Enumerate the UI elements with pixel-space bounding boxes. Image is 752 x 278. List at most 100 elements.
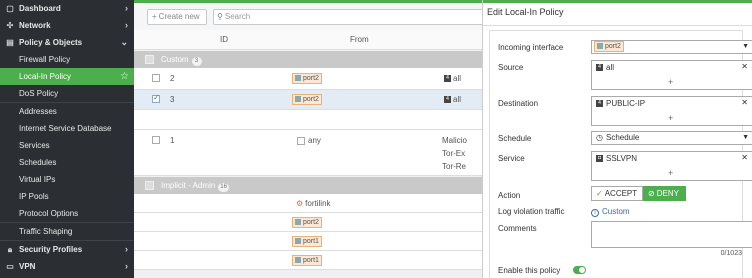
info-icon: i xyxy=(591,209,599,217)
deny-label: DENY xyxy=(656,189,679,198)
row-source-line: Tor-Re xyxy=(442,162,467,171)
table-row[interactable]: ⚙ fortilink xyxy=(134,194,482,213)
close-icon[interactable]: ✕ xyxy=(741,62,748,71)
table-row[interactable]: 1 any Malicio Tor-Ex Tor-Re xyxy=(134,130,482,176)
group-checkbox[interactable] xyxy=(145,181,154,190)
source-entry: 4 all xyxy=(596,63,614,72)
sidebar-item-dos-policy[interactable]: DoS Policy xyxy=(0,85,134,102)
log-violation-value[interactable]: i Custom xyxy=(591,207,630,217)
sidebar-item-vpn[interactable]: ▭ VPN › xyxy=(0,258,134,275)
sidebar-item-label: VPN xyxy=(19,262,36,271)
dropdown-arrow-icon: ▼ xyxy=(742,43,749,50)
sidebar-item-traffic-shaping[interactable]: Traffic Shaping xyxy=(0,223,134,240)
panel-title: Edit Local-In Policy xyxy=(487,7,564,17)
accept-label: ACCEPT xyxy=(604,189,638,198)
port-tag: port2 xyxy=(292,73,322,84)
vpn-icon: ▭ xyxy=(6,262,14,271)
sidebar-item-local-in-policy[interactable]: Local-In Policy ☆ xyxy=(0,68,134,85)
table-row[interactable]: 2 port2 4 all xyxy=(134,68,482,90)
port-tag: port2 xyxy=(292,217,322,228)
group-checkbox[interactable] xyxy=(145,55,154,64)
column-header-from[interactable]: From xyxy=(350,35,369,44)
address-icon: 4 xyxy=(444,96,451,104)
network-icon: ✣ xyxy=(6,21,14,30)
sidebar-item-dashboard[interactable]: ▢ Dashboard › xyxy=(0,0,134,17)
enable-policy-label: Enable this policy xyxy=(498,266,561,275)
sidebar-item-label: Internet Service Database xyxy=(19,124,112,133)
group-row-custom[interactable]: Custom 3 xyxy=(134,51,482,68)
add-icon[interactable]: + xyxy=(668,77,673,87)
sidebar-item-addresses[interactable]: Addresses xyxy=(0,103,134,120)
any-icon xyxy=(297,136,305,145)
sidebar-item-firewall-policy[interactable]: Firewall Policy xyxy=(0,51,134,68)
address-icon: 4 xyxy=(596,100,603,108)
group-label: Implicit - Admin xyxy=(161,181,216,190)
star-icon[interactable]: ☆ xyxy=(120,68,129,85)
divider xyxy=(483,25,752,26)
sidebar-item-internet-service-database[interactable]: Internet Service Database xyxy=(0,120,134,137)
create-new-button[interactable]: + Create new xyxy=(147,9,207,25)
clock-icon: ◷ xyxy=(596,133,603,142)
row-checkbox[interactable] xyxy=(152,93,160,103)
add-icon[interactable]: + xyxy=(668,168,673,178)
port-tag-label: port2 xyxy=(303,219,319,226)
source-field[interactable]: 4 all ✕ + xyxy=(591,60,752,90)
sidebar-item-protocol-options[interactable]: Protocol Options xyxy=(0,205,134,222)
deny-button[interactable]: ⊘ DENY xyxy=(643,186,686,201)
row-checkbox[interactable] xyxy=(152,136,160,144)
service-field[interactable]: ◘ SSLVPN ✕ + xyxy=(591,151,752,181)
service-entry: ◘ SSLVPN xyxy=(596,154,637,163)
sidebar-item-label: Firewall Policy xyxy=(19,55,71,64)
sidebar-item-ip-pools[interactable]: IP Pools xyxy=(0,188,134,205)
create-new-label: Create new xyxy=(158,12,200,21)
destination-field[interactable]: 4 PUBLIC-IP ✕ + xyxy=(591,96,752,126)
table-row[interactable]: port1 xyxy=(134,232,482,251)
enable-policy-toggle[interactable] xyxy=(573,266,586,274)
comments-textarea[interactable] xyxy=(591,221,752,248)
table-row[interactable]: port1 xyxy=(134,251,482,270)
count-badge: 16 xyxy=(218,183,229,192)
toolbar: + Create new ⚲ Search xyxy=(134,4,482,30)
row-from-label: fortilink xyxy=(305,199,331,208)
row-id: 3 xyxy=(170,95,175,104)
search-icon: ⚲ xyxy=(217,12,223,21)
column-header-id[interactable]: ID xyxy=(220,35,228,44)
policy-list-area: + Create new ⚲ Search ID From Custom 3 2 po… xyxy=(134,0,482,278)
search-input[interactable]: ⚲ Search xyxy=(213,9,482,25)
group-row-implicit-admin[interactable]: Implicit - Admin 16 xyxy=(134,177,482,194)
row-source-label: all xyxy=(453,74,462,83)
sidebar-item-network[interactable]: ✣ Network › xyxy=(0,17,134,34)
close-icon[interactable]: ✕ xyxy=(741,98,748,107)
port-tag: port1 xyxy=(292,255,322,266)
sidebar-item-label: Dashboard xyxy=(19,4,61,13)
sidebar-item-services[interactable]: Services xyxy=(0,137,134,154)
sidebar-item-label: IP Pools xyxy=(19,192,49,201)
sidebar-item-label: Local-In Policy xyxy=(19,72,72,81)
sidebar: ▢ Dashboard › ✣ Network › ▤ Policy & Obj… xyxy=(0,0,134,278)
table-row[interactable]: port2 xyxy=(134,213,482,232)
sidebar-item-security-profiles[interactable]: 🔒︎ Security Profiles › xyxy=(0,241,134,258)
incoming-interface-label: Incoming interface xyxy=(498,43,564,52)
accent-bar xyxy=(483,0,752,3)
sidebar-item-schedules[interactable]: Schedules xyxy=(0,154,134,171)
row-from: ⚙ fortilink xyxy=(296,199,331,208)
accept-button[interactable]: ✓ ACCEPT xyxy=(591,186,643,201)
sidebar-item-label: DoS Policy xyxy=(19,89,59,98)
row-source-label: all xyxy=(453,95,462,104)
port-icon xyxy=(295,257,301,264)
schedule-select[interactable]: ◷ Schedule ▼ xyxy=(591,131,752,145)
table-row[interactable]: 3 port2 4all xyxy=(134,90,482,110)
chevron-right-icon: › xyxy=(125,20,128,30)
row-source-line: Malicio xyxy=(442,136,467,145)
port-tag-label: port1 xyxy=(303,257,319,264)
sidebar-item-policy-objects[interactable]: ▤ Policy & Objects ⌄ xyxy=(0,34,134,51)
close-icon[interactable]: ✕ xyxy=(741,153,748,162)
add-icon[interactable]: + xyxy=(668,113,673,123)
incoming-interface-select[interactable]: port2 ▼ xyxy=(591,40,752,54)
row-checkbox[interactable] xyxy=(152,74,160,82)
sidebar-item-label: Policy & Objects xyxy=(19,38,83,47)
table-header: ID From xyxy=(134,30,482,50)
chevron-down-icon: ⌄ xyxy=(120,37,128,47)
sidebar-item-virtual-ips[interactable]: Virtual IPs xyxy=(0,171,134,188)
port-tag-label: port2 xyxy=(303,96,319,103)
